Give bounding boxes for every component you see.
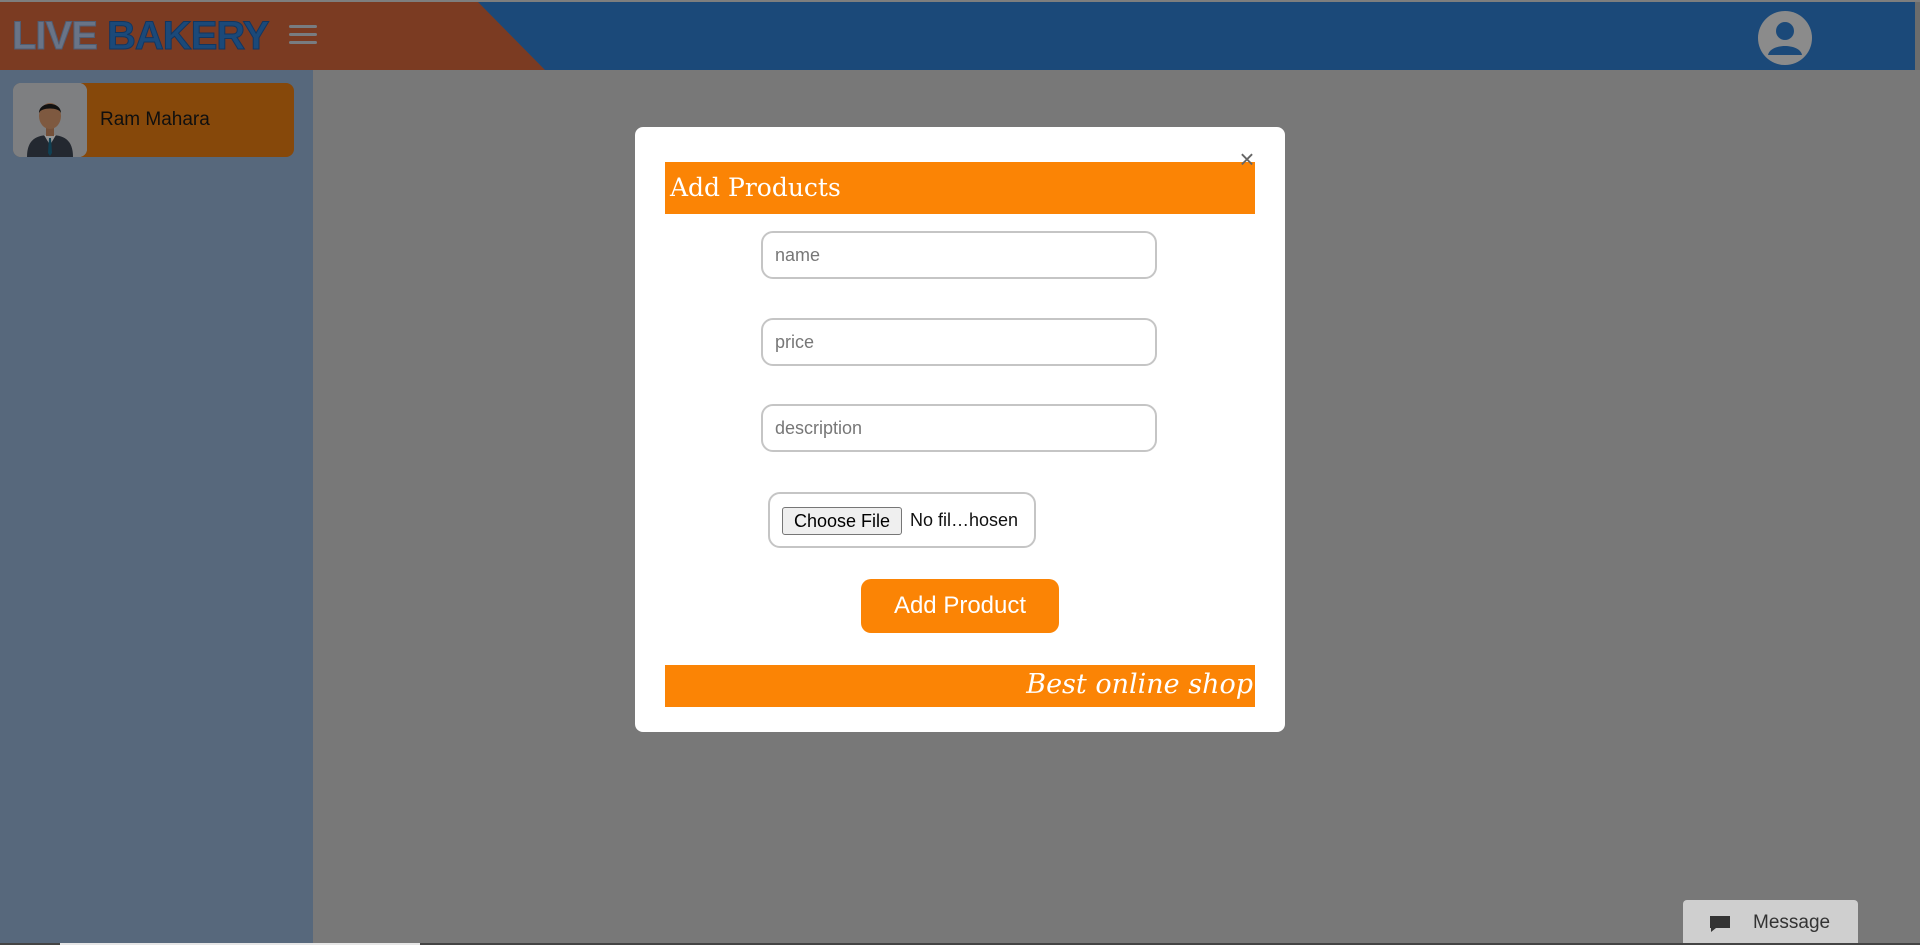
app-root: LIVE BAKERY Ram Mahara Add Products × na… [0, 0, 1920, 945]
file-upload-field: Choose File No fil…hosen [768, 492, 1036, 548]
add-products-modal: Add Products × Choose File No fil…hosen … [635, 127, 1285, 732]
add-product-button[interactable]: Add Product [861, 579, 1059, 633]
message-button[interactable]: Message [1683, 900, 1858, 945]
footer-slogan: Best online shop [1026, 669, 1253, 700]
price-input[interactable] [761, 318, 1157, 366]
modal-footer-banner: Best online shop [665, 665, 1255, 707]
modal-title: Add Products [670, 173, 841, 202]
chat-bubble-icon [1710, 916, 1730, 932]
close-icon[interactable]: × [1235, 146, 1259, 172]
name-input[interactable] [761, 231, 1157, 279]
modal-header: Add Products [665, 162, 1255, 214]
message-label: Message [1753, 912, 1831, 933]
description-input[interactable] [761, 404, 1157, 452]
choose-file-button[interactable]: Choose File [782, 507, 902, 535]
file-status-text: No fil…hosen [910, 510, 1019, 530]
